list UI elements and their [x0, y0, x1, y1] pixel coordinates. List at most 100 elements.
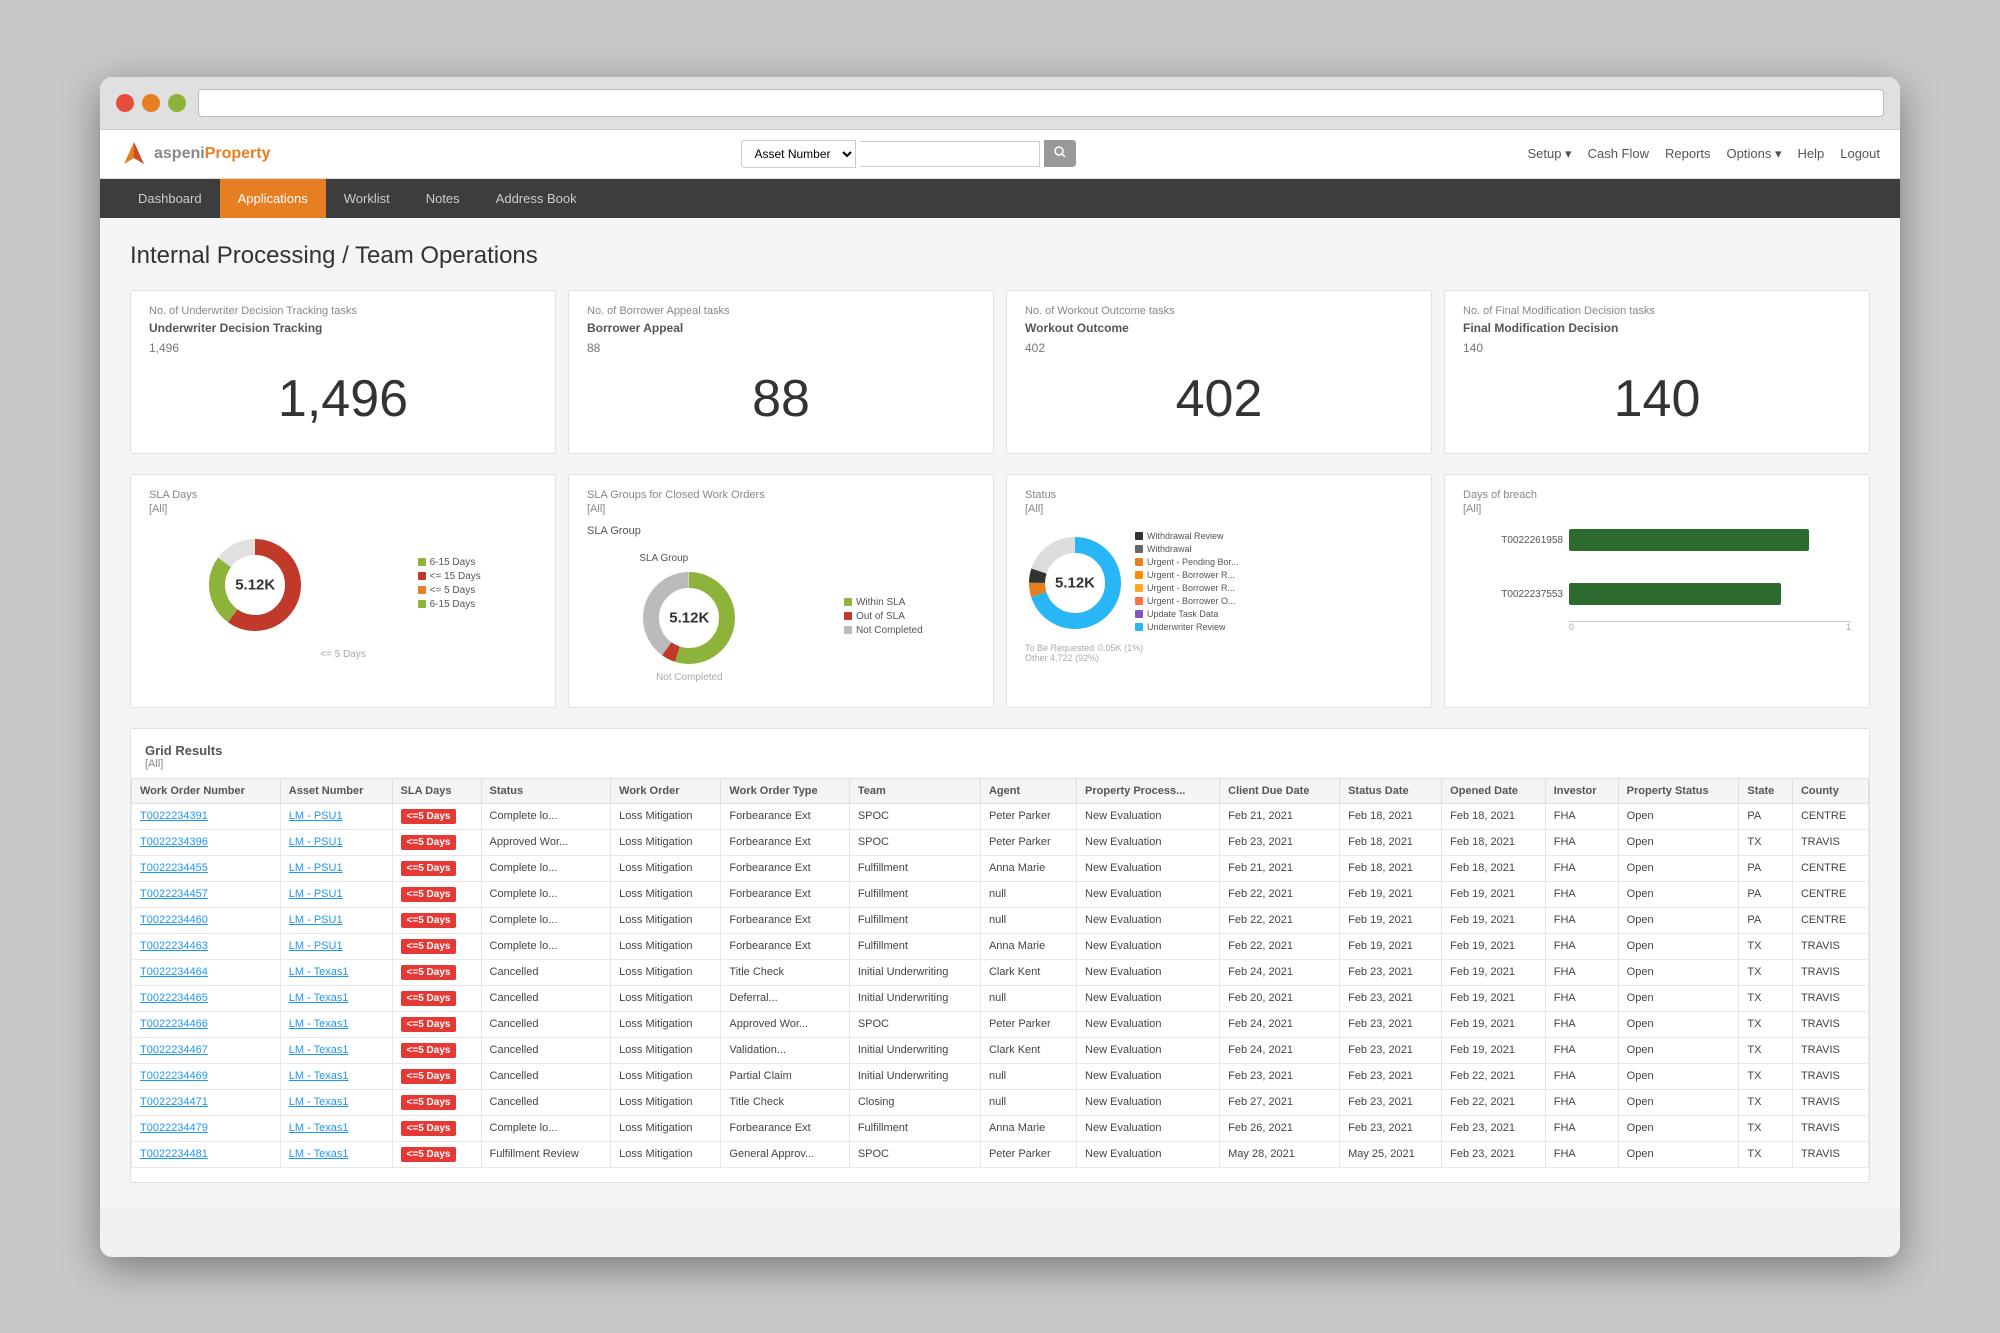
cell-10-0[interactable]: T0022234469 — [132, 1063, 281, 1089]
cell-5-1[interactable]: LM - PSU1 — [280, 933, 392, 959]
cell-8-6: SPOC — [849, 1011, 980, 1037]
cell-4-0[interactable]: T0022234460 — [132, 907, 281, 933]
close-button[interactable] — [116, 94, 134, 112]
cell-13-4: Loss Mitigation — [611, 1141, 721, 1167]
nav-worklist[interactable]: Worklist — [326, 179, 408, 218]
cell-2-1[interactable]: LM - PSU1 — [280, 855, 392, 881]
cell-12-11: Feb 23, 2021 — [1442, 1115, 1546, 1141]
cell-13-1[interactable]: LM - Texas1 — [280, 1141, 392, 1167]
cell-3-11: Feb 19, 2021 — [1442, 881, 1546, 907]
cell-0-7: Peter Parker — [980, 803, 1076, 829]
stat-sublabel-0: Underwriter Decision Tracking — [149, 321, 537, 335]
cell-9-9: Feb 24, 2021 — [1220, 1037, 1340, 1063]
cell-10-9: Feb 23, 2021 — [1220, 1063, 1340, 1089]
cell-12-6: Fulfillment — [849, 1115, 980, 1141]
cell-2-9: Feb 21, 2021 — [1220, 855, 1340, 881]
cell-12-5: Forbearance Ext — [721, 1115, 849, 1141]
cell-12-0[interactable]: T0022234479 — [132, 1115, 281, 1141]
cell-8-2: <=5 Days — [392, 1011, 481, 1037]
chart-sla-days: SLA Days [All] 5.12K — [130, 474, 556, 708]
table-row: T0022234465LM - Texas1<=5 DaysCancelledL… — [132, 985, 1869, 1011]
cell-9-1[interactable]: LM - Texas1 — [280, 1037, 392, 1063]
cell-7-0[interactable]: T0022234465 — [132, 985, 281, 1011]
cell-3-7: null — [980, 881, 1076, 907]
cell-2-2: <=5 Days — [392, 855, 481, 881]
table-row: T0022234466LM - Texas1<=5 DaysCancelledL… — [132, 1011, 1869, 1037]
maximize-button[interactable] — [168, 94, 186, 112]
minimize-button[interactable] — [142, 94, 160, 112]
cell-0-12: FHA — [1545, 803, 1618, 829]
cell-8-0[interactable]: T0022234466 — [132, 1011, 281, 1037]
help-nav[interactable]: Help — [1797, 146, 1824, 161]
cell-8-14: TX — [1739, 1011, 1793, 1037]
chart-breach-title: Days of breach — [1463, 489, 1851, 501]
cell-13-0[interactable]: T0022234481 — [132, 1141, 281, 1167]
cell-11-1[interactable]: LM - Texas1 — [280, 1089, 392, 1115]
donut-center-2: 5.12K — [1055, 574, 1095, 591]
cell-1-9: Feb 23, 2021 — [1220, 829, 1340, 855]
cell-1-15: TRAVIS — [1792, 829, 1868, 855]
options-nav[interactable]: Options ▾ — [1727, 146, 1782, 162]
cell-0-0[interactable]: T0022234391 — [132, 803, 281, 829]
reports-nav[interactable]: Reports — [1665, 146, 1711, 161]
search-select[interactable]: Asset Number — [741, 140, 856, 168]
cell-10-10: Feb 23, 2021 — [1340, 1063, 1442, 1089]
chart-breach: Days of breach [All] T0022261958 — [1444, 474, 1870, 708]
cell-0-10: Feb 18, 2021 — [1340, 803, 1442, 829]
grid-section: Grid Results [All] Work Order Number Ass… — [130, 728, 1870, 1183]
cell-0-3: Complete lo... — [481, 803, 611, 829]
cell-7-2: <=5 Days — [392, 985, 481, 1011]
cell-9-4: Loss Mitigation — [611, 1037, 721, 1063]
cell-6-1[interactable]: LM - Texas1 — [280, 959, 392, 985]
table-row: T0022234391LM - PSU1<=5 DaysComplete lo.… — [132, 803, 1869, 829]
cell-9-10: Feb 23, 2021 — [1340, 1037, 1442, 1063]
cell-11-0[interactable]: T0022234471 — [132, 1089, 281, 1115]
donut-1: 5.12K — [639, 568, 739, 668]
cashflow-nav[interactable]: Cash Flow — [1588, 146, 1649, 161]
logout-nav[interactable]: Logout — [1840, 146, 1880, 161]
search-area: Asset Number — [741, 140, 1076, 168]
stat-number-1: 88 — [587, 359, 975, 439]
cell-5-14: TX — [1739, 933, 1793, 959]
cell-12-1[interactable]: LM - Texas1 — [280, 1115, 392, 1141]
chart-sla-days-title: SLA Days — [149, 489, 537, 501]
cell-2-7: Anna Marie — [980, 855, 1076, 881]
nav-address-book[interactable]: Address Book — [478, 179, 595, 218]
cell-11-7: null — [980, 1089, 1076, 1115]
search-button[interactable] — [1044, 140, 1076, 167]
cell-10-4: Loss Mitigation — [611, 1063, 721, 1089]
cell-1-1[interactable]: LM - PSU1 — [280, 829, 392, 855]
table-container[interactable]: Work Order Number Asset Number SLA Days … — [131, 778, 1869, 1168]
setup-nav[interactable]: Setup ▾ — [1527, 146, 1571, 162]
cell-8-1[interactable]: LM - Texas1 — [280, 1011, 392, 1037]
nav-dashboard[interactable]: Dashboard — [120, 179, 220, 218]
cell-3-0[interactable]: T0022234457 — [132, 881, 281, 907]
cell-6-0[interactable]: T0022234464 — [132, 959, 281, 985]
table-row: T0022234460LM - PSU1<=5 DaysComplete lo.… — [132, 907, 1869, 933]
cell-10-1[interactable]: LM - Texas1 — [280, 1063, 392, 1089]
cell-9-0[interactable]: T0022234467 — [132, 1037, 281, 1063]
nav-notes[interactable]: Notes — [408, 179, 478, 218]
col-property-process: Property Process... — [1077, 778, 1220, 803]
cell-1-0[interactable]: T0022234396 — [132, 829, 281, 855]
cell-0-1[interactable]: LM - PSU1 — [280, 803, 392, 829]
cell-3-4: Loss Mitigation — [611, 881, 721, 907]
table-row: T0022234471LM - Texas1<=5 DaysCancelledL… — [132, 1089, 1869, 1115]
cell-8-7: Peter Parker — [980, 1011, 1076, 1037]
cell-2-0[interactable]: T0022234455 — [132, 855, 281, 881]
search-input[interactable] — [860, 141, 1040, 167]
cell-4-13: Open — [1618, 907, 1739, 933]
cell-2-8: New Evaluation — [1077, 855, 1220, 881]
cell-4-1[interactable]: LM - PSU1 — [280, 907, 392, 933]
cell-3-8: New Evaluation — [1077, 881, 1220, 907]
cell-4-12: FHA — [1545, 907, 1618, 933]
top-nav: aspeniProperty Asset Number Setup ▾ Cash… — [100, 130, 1900, 179]
cell-5-0[interactable]: T0022234463 — [132, 933, 281, 959]
cell-7-1[interactable]: LM - Texas1 — [280, 985, 392, 1011]
cell-3-1[interactable]: LM - PSU1 — [280, 881, 392, 907]
cell-7-4: Loss Mitigation — [611, 985, 721, 1011]
col-asset-number: Asset Number — [280, 778, 392, 803]
table-row: T0022234455LM - PSU1<=5 DaysComplete lo.… — [132, 855, 1869, 881]
nav-applications[interactable]: Applications — [220, 179, 326, 218]
address-bar[interactable] — [198, 89, 1884, 117]
